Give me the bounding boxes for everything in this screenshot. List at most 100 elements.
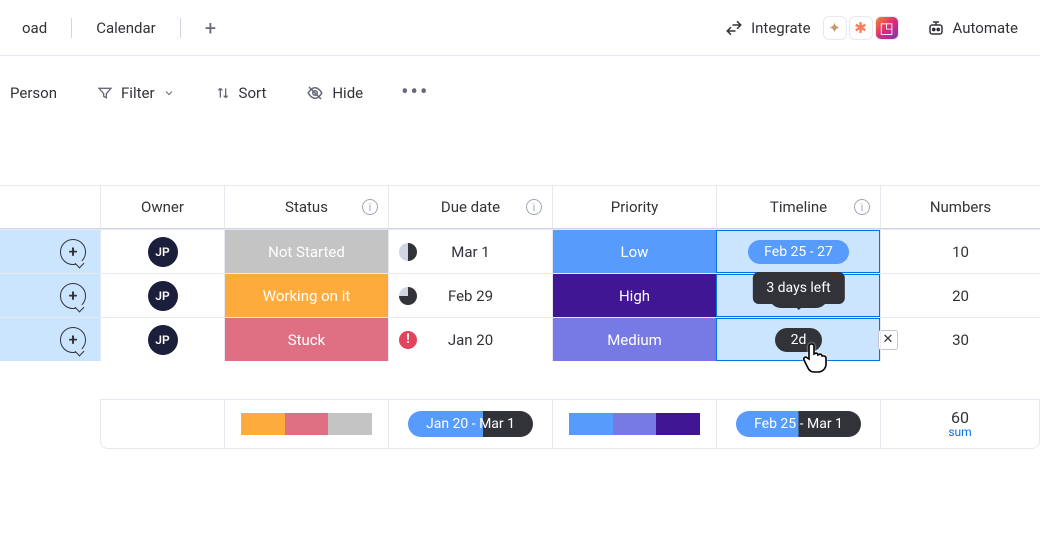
- due-date-value: Feb 29: [448, 287, 493, 305]
- owner-cell[interactable]: JP: [100, 230, 224, 273]
- priority-cell[interactable]: Low: [552, 230, 716, 273]
- summary-priority[interactable]: [552, 399, 716, 449]
- add-comment-icon[interactable]: +: [60, 327, 86, 353]
- numbers-total: 60: [951, 409, 969, 427]
- status-block: [328, 413, 371, 435]
- timeline-cell[interactable]: 2d ✕: [716, 318, 880, 361]
- priority-cell[interactable]: High: [552, 274, 716, 317]
- owner-avatar[interactable]: JP: [148, 325, 178, 355]
- integrate-icon: [725, 19, 743, 37]
- numbers-value: 10: [952, 243, 969, 261]
- status-cell[interactable]: Not Started: [224, 230, 388, 273]
- priority-chip: Low: [553, 230, 716, 273]
- table-header-row: Owner Status i Due date i Priority Timel…: [0, 185, 1040, 229]
- owner-cell[interactable]: JP: [100, 274, 224, 317]
- status-cell[interactable]: Stuck: [224, 318, 388, 361]
- divider: [180, 18, 181, 38]
- status-block: [285, 413, 328, 435]
- timeline-cell[interactable]: 3 days left: [716, 274, 880, 317]
- due-date-value: Jan 20: [448, 331, 493, 349]
- add-comment-icon[interactable]: +: [60, 283, 86, 309]
- tab-load[interactable]: oad: [12, 13, 57, 43]
- summary-numbers[interactable]: 60 sum: [880, 399, 1040, 449]
- person-filter-button[interactable]: Person: [0, 78, 67, 108]
- header-due-label: Due date: [441, 198, 500, 216]
- summary-owner: [100, 399, 224, 449]
- header-timeline[interactable]: Timeline i: [716, 186, 880, 228]
- top-bar: oad Calendar + Integrate ✦ ✱ ◳ Automate: [0, 0, 1040, 56]
- add-comment-icon[interactable]: +: [60, 239, 86, 265]
- priority-chip: Medium: [553, 318, 716, 361]
- timeline-pill: 2d ✕: [775, 328, 823, 352]
- filter-label: Filter: [121, 84, 155, 102]
- person-label: Person: [10, 84, 57, 102]
- due-progress-icon: [399, 287, 417, 305]
- due-date-cell[interactable]: Feb 29: [388, 274, 552, 317]
- header-status[interactable]: Status i: [224, 186, 388, 228]
- due-date-cell[interactable]: Mar 1: [388, 230, 552, 273]
- more-options-button[interactable]: •••: [393, 76, 437, 109]
- priority-block: [656, 413, 699, 435]
- due-progress-icon: [399, 243, 417, 261]
- numbers-cell[interactable]: 30: [880, 318, 1040, 361]
- numbers-cell[interactable]: 20: [880, 274, 1040, 317]
- header-owner[interactable]: Owner: [100, 186, 224, 228]
- status-chip: Not Started: [225, 230, 388, 273]
- priority-cell[interactable]: Medium: [552, 318, 716, 361]
- summary-timeline[interactable]: Feb 25 - Mar 1: [716, 399, 880, 449]
- integrate-button[interactable]: Integrate ✦ ✱ ◳: [715, 10, 908, 46]
- owner-cell[interactable]: JP: [100, 318, 224, 361]
- sort-button[interactable]: Sort: [205, 78, 277, 108]
- status-chip: Working on it: [225, 274, 388, 317]
- integrate-label: Integrate: [751, 19, 810, 37]
- summary-lead: [0, 399, 100, 449]
- priority-block: [569, 413, 612, 435]
- due-date-cell[interactable]: ! Jan 20: [388, 318, 552, 361]
- hide-button[interactable]: Hide: [296, 78, 373, 108]
- table-row[interactable]: + JP Not Started Mar 1 Low Feb 25 - 27 1…: [0, 229, 1040, 273]
- filter-button[interactable]: Filter: [87, 78, 185, 108]
- chevron-down-icon: [163, 87, 175, 99]
- app-icon-mailchimp[interactable]: ✦: [823, 16, 847, 40]
- priority-block: [613, 413, 656, 435]
- divider: [71, 18, 72, 38]
- summary-status[interactable]: [224, 399, 388, 449]
- app-icon-instagram[interactable]: ◳: [875, 16, 899, 40]
- top-bar-right: Integrate ✦ ✱ ◳ Automate: [715, 10, 1028, 46]
- robot-icon: [927, 19, 945, 37]
- summary-due[interactable]: Jan 20 - Mar 1: [388, 399, 552, 449]
- add-tab-button[interactable]: +: [195, 14, 226, 42]
- numbers-function-label[interactable]: sum: [948, 426, 971, 439]
- tab-calendar[interactable]: Calendar: [86, 13, 166, 43]
- owner-avatar[interactable]: JP: [148, 237, 178, 267]
- info-icon[interactable]: i: [362, 199, 378, 215]
- info-icon[interactable]: i: [526, 199, 542, 215]
- hide-icon: [306, 84, 324, 102]
- top-bar-left: oad Calendar +: [12, 13, 226, 43]
- numbers-cell[interactable]: 10: [880, 230, 1040, 273]
- owner-avatar[interactable]: JP: [148, 281, 178, 311]
- due-date-value: Mar 1: [451, 243, 490, 261]
- status-chip: Stuck: [225, 318, 388, 361]
- view-toolbar: Person Filter Sort Hide •••: [0, 56, 1040, 129]
- header-lead: [0, 186, 100, 228]
- info-icon[interactable]: i: [854, 199, 870, 215]
- integration-app-icons: ✦ ✱ ◳: [823, 16, 899, 40]
- timeline-pill: Feb 25 - 27: [748, 240, 849, 264]
- board-table: Owner Status i Due date i Priority Timel…: [0, 185, 1040, 449]
- due-progress-icon: !: [399, 331, 417, 349]
- row-lead: +: [0, 230, 100, 273]
- sort-icon: [215, 85, 231, 101]
- timeline-cell[interactable]: Feb 25 - 27: [716, 230, 880, 273]
- header-status-label: Status: [285, 198, 328, 216]
- table-row[interactable]: + JP Stuck ! Jan 20 Medium 2d ✕ 30: [0, 317, 1040, 361]
- automate-button[interactable]: Automate: [917, 13, 1028, 43]
- table-row[interactable]: + JP Working on it Feb 29 High 3 days le…: [0, 273, 1040, 317]
- header-priority[interactable]: Priority: [552, 186, 716, 228]
- status-cell[interactable]: Working on it: [224, 274, 388, 317]
- app-icon-hubspot[interactable]: ✱: [849, 16, 873, 40]
- header-numbers[interactable]: Numbers: [880, 186, 1040, 228]
- hide-label: Hide: [332, 84, 363, 102]
- timeline-tooltip: 3 days left: [752, 272, 844, 304]
- header-due-date[interactable]: Due date i: [388, 186, 552, 228]
